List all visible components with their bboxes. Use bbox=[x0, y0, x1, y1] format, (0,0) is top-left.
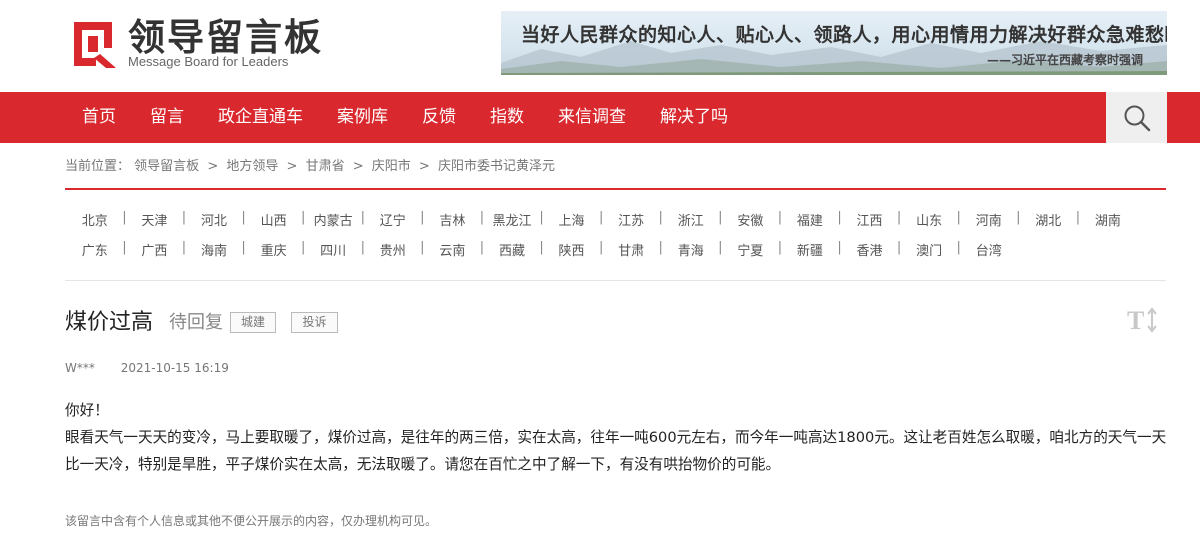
province-link[interactable]: 海南 bbox=[184, 240, 245, 259]
message-type-tag[interactable]: 城建 bbox=[230, 312, 276, 333]
banner: 当好人民群众的知心人、贴心人、领路人，用心用情用力解决好群众急难愁盼问题。 ——… bbox=[501, 11, 1167, 75]
search-button[interactable] bbox=[1106, 92, 1167, 143]
province-link[interactable]: 贵州 bbox=[363, 240, 424, 259]
logo-subtitle: Message Board for Leaders bbox=[128, 54, 289, 69]
province-link[interactable]: 江西 bbox=[840, 210, 901, 229]
banner-quote: 当好人民群众的知心人、贴心人、领路人，用心用情用力解决好群众急难愁盼问题。 bbox=[521, 24, 1167, 46]
province-link[interactable]: 广东 bbox=[65, 240, 126, 259]
province-link[interactable]: 福建 bbox=[780, 210, 841, 229]
message-greeting: 你好！ bbox=[65, 402, 109, 419]
message-body: 你好！ 眼看天气一天天的变冷，马上要取暖了，煤价过高，是往年的两三倍，实在太高，… bbox=[65, 397, 1170, 478]
logo-title: 领导留言板 bbox=[128, 16, 323, 59]
province-list: 北京天津河北山西内蒙古辽宁吉林黑龙江上海江苏浙江安徽福建江西山东河南湖北湖南 广… bbox=[65, 204, 1166, 264]
province-link[interactable]: 北京 bbox=[65, 210, 126, 229]
province-row: 广东广西海南重庆四川贵州云南西藏陕西甘肃青海宁夏新疆香港澳门台湾 bbox=[65, 234, 1166, 264]
province-link[interactable]: 青海 bbox=[661, 240, 722, 259]
message-status: 待回复 bbox=[169, 312, 223, 333]
breadcrumb-separator: > bbox=[418, 159, 430, 174]
province-link[interactable]: 浙江 bbox=[661, 210, 722, 229]
province-link[interactable]: 湖北 bbox=[1019, 210, 1079, 229]
province-link[interactable]: 江苏 bbox=[601, 210, 662, 229]
province-link[interactable]: 广西 bbox=[125, 240, 185, 259]
province-link[interactable]: 香港 bbox=[840, 240, 901, 259]
nav-item-message[interactable]: 留言 bbox=[133, 92, 201, 143]
breadcrumb-separator: > bbox=[352, 159, 364, 174]
province-link[interactable]: 内蒙古 bbox=[303, 210, 365, 229]
province-link[interactable]: 重庆 bbox=[244, 240, 305, 259]
province-link[interactable]: 宁夏 bbox=[721, 240, 781, 259]
province-link[interactable]: 湖南 bbox=[1078, 210, 1138, 229]
banner-attribution: ——习近平在西藏考察时强调 bbox=[986, 53, 1143, 67]
svg-text:T: T bbox=[1127, 306, 1144, 334]
province-link[interactable]: 西藏 bbox=[482, 240, 543, 259]
nav-item-enterprise[interactable]: 政企直通车 bbox=[201, 92, 320, 143]
province-link[interactable]: 天津 bbox=[125, 210, 185, 229]
message-content: 眼看天气一天天的变冷，马上要取暖了，煤价过高，是往年的两三倍，实在太高，往年一吨… bbox=[65, 429, 1167, 473]
message-date: 2021-10-15 16:19 bbox=[120, 361, 229, 375]
breadcrumb-separator: > bbox=[207, 159, 219, 174]
province-link[interactable]: 四川 bbox=[303, 240, 364, 259]
province-link[interactable]: 河北 bbox=[184, 210, 245, 229]
nav-item-feedback[interactable]: 反馈 bbox=[405, 92, 473, 143]
province-link[interactable]: 吉林 bbox=[423, 210, 483, 229]
breadcrumb-item-current[interactable]: 庆阳市委书记黄泽元 bbox=[438, 159, 555, 174]
logo-mark-icon bbox=[74, 22, 116, 68]
province-link[interactable]: 河南 bbox=[959, 210, 1020, 229]
nav-item-index[interactable]: 指数 bbox=[473, 92, 541, 143]
message-category-tag[interactable]: 投诉 bbox=[291, 312, 338, 333]
province-link[interactable]: 云南 bbox=[423, 240, 483, 259]
breadcrumb-separator: > bbox=[286, 159, 298, 174]
breadcrumb-item[interactable]: 甘肃省 bbox=[306, 159, 345, 174]
logo[interactable]: 领导留言板 Message Board for Leaders bbox=[66, 16, 321, 72]
province-link[interactable]: 山东 bbox=[899, 210, 960, 229]
nav-item-survey[interactable]: 来信调查 bbox=[541, 92, 643, 143]
main-nav: 首页 留言 政企直通车 案例库 反馈 指数 来信调查 解决了吗 bbox=[0, 92, 1200, 143]
privacy-note: 该留言中含有个人信息或其他不便公开展示的内容，仅办理机构可见。 bbox=[65, 514, 438, 528]
header: 领导留言板 Message Board for Leaders 当好人民群众的知… bbox=[0, 0, 1200, 92]
province-link[interactable]: 台湾 bbox=[959, 240, 1019, 259]
message-meta: W*** 2021-10-15 16:19 bbox=[65, 360, 229, 376]
province-link[interactable]: 山西 bbox=[244, 210, 305, 229]
province-link[interactable]: 甘肃 bbox=[601, 240, 662, 259]
province-row: 北京天津河北山西内蒙古辽宁吉林黑龙江上海江苏浙江安徽福建江西山东河南湖北湖南 bbox=[65, 204, 1166, 234]
message-title: 煤价过高 bbox=[65, 310, 154, 335]
nav-item-home[interactable]: 首页 bbox=[65, 92, 133, 143]
font-size-icon[interactable]: T bbox=[1126, 306, 1158, 334]
breadcrumb-item[interactable]: 地方领导 bbox=[226, 159, 278, 174]
search-icon bbox=[1124, 105, 1150, 131]
divider bbox=[65, 188, 1166, 190]
breadcrumb: 当前位置： 领导留言板 > 地方领导 > 甘肃省 > 庆阳市 > 庆阳市委书记黄… bbox=[65, 158, 555, 176]
province-link[interactable]: 辽宁 bbox=[363, 210, 424, 229]
province-link[interactable]: 澳门 bbox=[899, 240, 960, 259]
province-link[interactable]: 陕西 bbox=[542, 240, 603, 259]
nav-item-solved[interactable]: 解决了吗 bbox=[643, 92, 745, 143]
breadcrumb-prefix: 当前位置： bbox=[65, 159, 131, 174]
province-link[interactable]: 上海 bbox=[542, 210, 603, 229]
province-link[interactable]: 黑龙江 bbox=[482, 210, 543, 229]
province-link[interactable]: 安徽 bbox=[721, 210, 781, 229]
breadcrumb-item[interactable]: 领导留言板 bbox=[134, 159, 199, 174]
breadcrumb-item[interactable]: 庆阳市 bbox=[372, 159, 411, 174]
message-author: W*** bbox=[65, 361, 95, 375]
province-link[interactable]: 新疆 bbox=[780, 240, 841, 259]
divider bbox=[65, 280, 1166, 281]
nav-item-cases[interactable]: 案例库 bbox=[320, 92, 405, 143]
